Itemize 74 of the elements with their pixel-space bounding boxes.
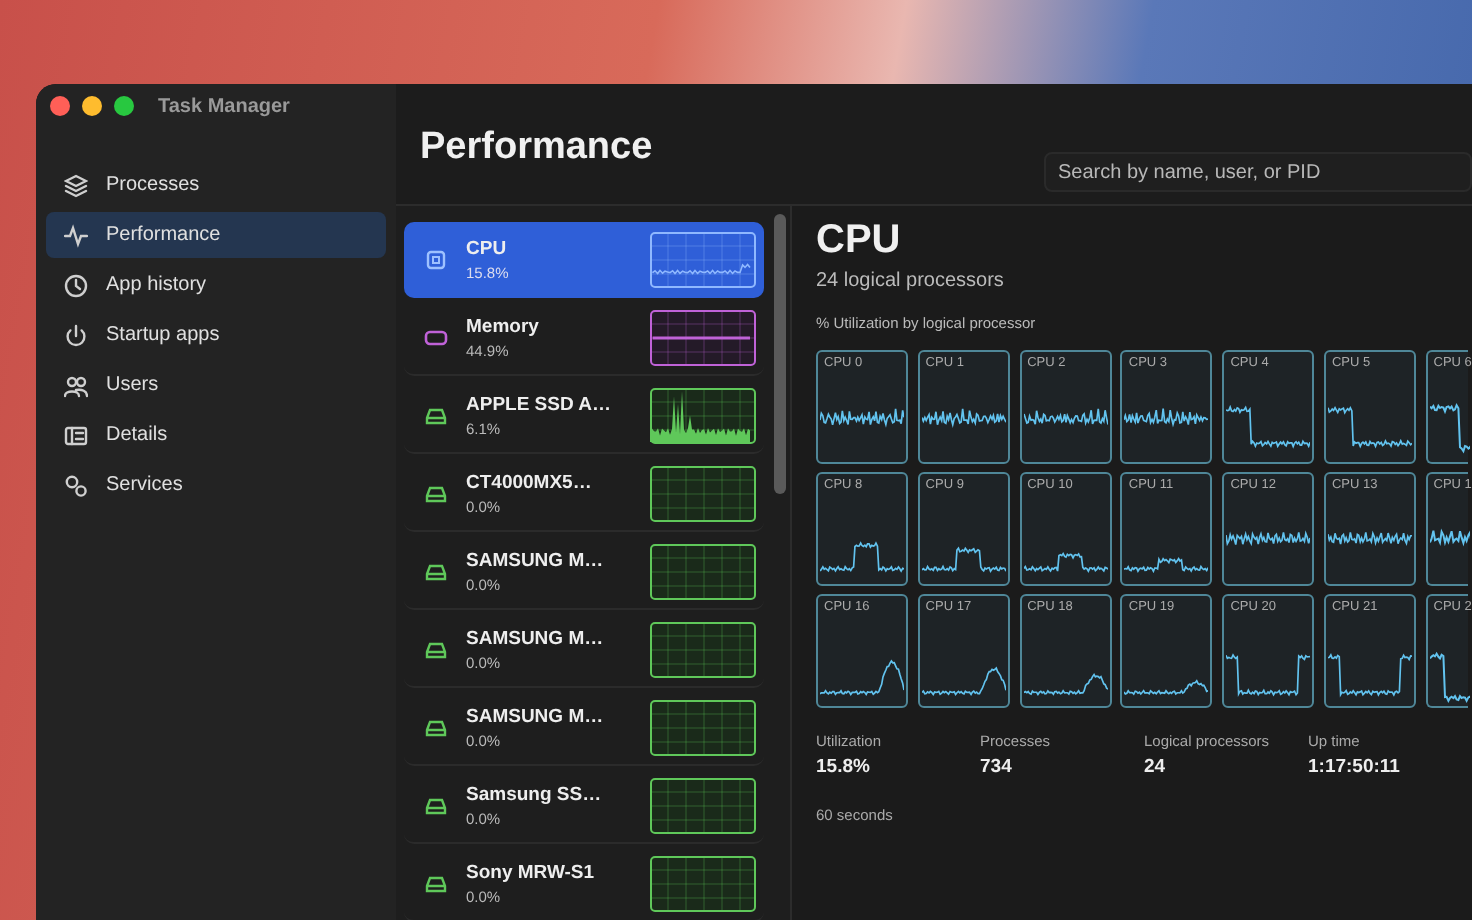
- sidebar-item[interactable]: Processes: [46, 162, 386, 208]
- usage-graph: [650, 387, 756, 443]
- usage-line: [1124, 556, 1209, 574]
- search-field[interactable]: Search by name, user, or PID: [1044, 152, 1472, 192]
- usage-graph: [650, 231, 756, 287]
- zoom-button[interactable]: [114, 96, 134, 116]
- usage-line: [1226, 404, 1311, 449]
- stat-value: 1:17:50:11: [1308, 756, 1402, 778]
- usage-line: [1327, 530, 1412, 547]
- usage-graph: [650, 465, 756, 521]
- usage-graph: [650, 543, 756, 599]
- usage-line: [1023, 407, 1108, 427]
- usage-graph: [650, 777, 756, 833]
- drive-icon: [424, 871, 448, 895]
- stat-value: 734: [980, 756, 1014, 778]
- usage-line: [1124, 407, 1209, 428]
- usage-line: [1327, 653, 1412, 698]
- usage-line: [1429, 402, 1470, 454]
- usage-line: [1429, 651, 1470, 703]
- usage-line: [921, 666, 1006, 696]
- usage-line: [820, 541, 904, 573]
- drive-icon: [424, 715, 448, 739]
- close-button[interactable]: [50, 96, 70, 116]
- page-title: Performance: [420, 126, 653, 170]
- usage-line: [1327, 406, 1412, 449]
- device-name: SAMSUNG M…: [466, 705, 606, 727]
- device-name: Memory: [466, 315, 541, 337]
- device-name: APPLE SSD A…: [466, 393, 613, 415]
- device-name: Sony MRW-S1: [466, 861, 597, 883]
- usage-line: [1226, 530, 1311, 547]
- sidebar-item[interactable]: Performance: [46, 212, 386, 258]
- device-name: SAMSUNG M…: [466, 627, 606, 649]
- usage-line: [1226, 653, 1311, 698]
- memory-icon: [424, 325, 448, 349]
- drive-icon: [424, 793, 448, 817]
- detail-title: CPU: [816, 218, 903, 264]
- drive-icon: [424, 481, 448, 505]
- sidebar-item[interactable]: Services: [46, 462, 386, 508]
- usage-line: [921, 546, 1006, 573]
- layers-icon: [64, 173, 88, 197]
- device-name: Samsung SS…: [466, 783, 604, 805]
- clock-icon: [64, 273, 88, 297]
- device-name: SAMSUNG M…: [466, 549, 606, 571]
- usage-graph: [650, 309, 756, 365]
- stat-value: 15.8%: [816, 756, 872, 778]
- users-icon: [64, 373, 88, 397]
- usage-line: [820, 407, 904, 428]
- pulse-icon: [64, 223, 88, 247]
- chip-icon: [424, 247, 448, 271]
- usage-line: [1023, 673, 1108, 696]
- usage-line: [1023, 551, 1108, 574]
- drive-icon: [424, 637, 448, 661]
- power-icon: [64, 323, 88, 347]
- sidebar-item[interactable]: Users: [46, 362, 386, 408]
- minimize-button[interactable]: [82, 96, 102, 116]
- scrollbar-thumb[interactable]: [774, 214, 786, 494]
- detail-subtitle: 24 logical processors: [816, 270, 1006, 292]
- usage-graph: [650, 699, 756, 755]
- usage-line: [1429, 528, 1470, 548]
- drive-icon: [424, 559, 448, 583]
- device-name: CPU: [466, 237, 509, 259]
- sidebar-item[interactable]: App history: [46, 262, 386, 308]
- usage-graph: [650, 621, 756, 677]
- sidebar-item[interactable]: Startup apps: [46, 312, 386, 358]
- list-icon: [64, 423, 88, 447]
- usage-graph: [650, 855, 756, 911]
- drive-icon: [424, 403, 448, 427]
- usage-line: [1124, 679, 1209, 696]
- device-name: CT4000MX5…: [466, 471, 594, 493]
- window-title: Task Manager: [158, 95, 290, 117]
- usage-line: [820, 659, 904, 696]
- usage-line: [921, 408, 1006, 428]
- stat-value: 24: [1144, 756, 1168, 778]
- sidebar-item[interactable]: Details: [46, 412, 386, 458]
